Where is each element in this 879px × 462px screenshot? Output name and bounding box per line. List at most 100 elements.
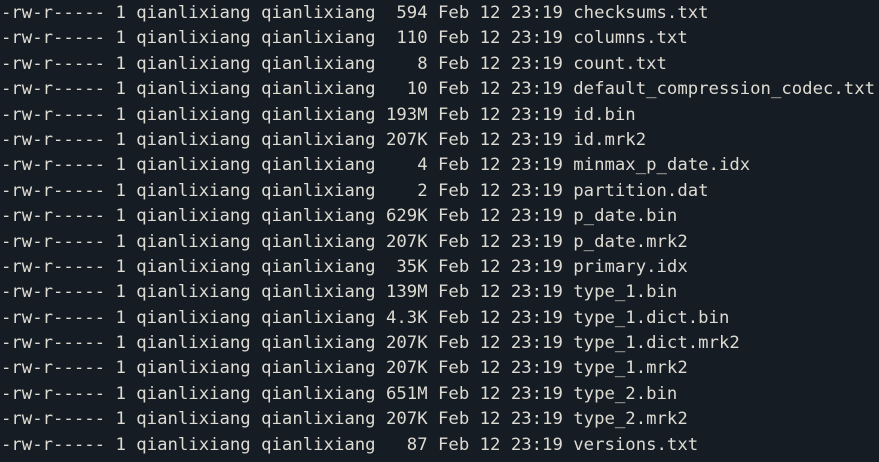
group: qianlixiang — [261, 28, 376, 49]
file-size: 594 — [385, 3, 428, 23]
modified-date: Feb 12 23:19 — [438, 409, 563, 430]
link-count: 1 — [115, 180, 126, 201]
link-count: 1 — [115, 206, 126, 227]
file-listing-row: -rw-r----- 1 qianlixiang qianlixiang 629… — [1, 204, 879, 229]
file-size: 2 — [385, 180, 428, 201]
permissions: -rw-r----- — [1, 409, 106, 430]
permissions: -rw-r----- — [1, 104, 106, 125]
file-name: type_1.mrk2 — [573, 358, 688, 379]
owner: qianlixiang — [136, 256, 251, 277]
modified-date: Feb 12 23:19 — [438, 231, 563, 252]
file-size: 207K — [385, 333, 428, 354]
owner: qianlixiang — [136, 104, 251, 125]
file-listing-row: -rw-r----- 1 qianlixiang qianlixiang 207… — [1, 230, 879, 255]
file-listing-row: -rw-r----- 1 qianlixiang qianlixiang 594… — [1, 1, 879, 26]
file-listing-row: -rw-r----- 1 qianlixiang qianlixiang 651… — [1, 382, 879, 407]
file-listing-row: -rw-r----- 1 qianlixiang qianlixiang 4.3… — [1, 306, 879, 331]
modified-date: Feb 12 23:19 — [438, 28, 563, 49]
modified-date: Feb 12 23:19 — [438, 282, 563, 303]
owner: qianlixiang — [136, 206, 251, 227]
file-listing-row: -rw-r----- 1 qianlixiang qianlixiang 207… — [1, 407, 879, 432]
owner: qianlixiang — [136, 53, 251, 74]
file-size: 207K — [385, 231, 428, 252]
modified-date: Feb 12 23:19 — [438, 434, 563, 455]
file-name: p_date.bin — [573, 206, 678, 227]
group: qianlixiang — [261, 307, 376, 328]
owner: qianlixiang — [136, 79, 251, 100]
owner: qianlixiang — [136, 307, 251, 328]
owner: qianlixiang — [136, 180, 251, 201]
owner: qianlixiang — [136, 434, 251, 455]
terminal-output: -rw-r----- 1 qianlixiang qianlixiang 594… — [0, 0, 879, 458]
file-size: 87 — [385, 434, 428, 455]
link-count: 1 — [115, 3, 126, 23]
file-name: p_date.mrk2 — [573, 231, 688, 252]
file-listing-row: -rw-r----- 1 qianlixiang qianlixiang 207… — [1, 331, 879, 356]
file-name: type_2.bin — [573, 383, 678, 404]
modified-date: Feb 12 23:19 — [438, 180, 563, 201]
file-name: id.bin — [573, 104, 636, 125]
file-listing-row: -rw-r----- 1 qianlixiang qianlixiang 207… — [1, 128, 879, 153]
permissions: -rw-r----- — [1, 333, 106, 354]
link-count: 1 — [115, 256, 126, 277]
group: qianlixiang — [261, 231, 376, 252]
file-name: versions.txt — [573, 434, 699, 455]
group: qianlixiang — [261, 155, 376, 176]
file-size: 4 — [385, 155, 428, 176]
group: qianlixiang — [261, 383, 376, 404]
modified-date: Feb 12 23:19 — [438, 79, 563, 100]
file-listing-row: -rw-r----- 1 qianlixiang qianlixiang 35K… — [1, 255, 879, 280]
owner: qianlixiang — [136, 231, 251, 252]
link-count: 1 — [115, 79, 126, 100]
link-count: 1 — [115, 358, 126, 379]
owner: qianlixiang — [136, 155, 251, 176]
link-count: 1 — [115, 28, 126, 49]
permissions: -rw-r----- — [1, 383, 106, 404]
file-size: 110 — [385, 28, 428, 49]
group: qianlixiang — [261, 129, 376, 150]
file-name: type_2.mrk2 — [573, 409, 688, 430]
modified-date: Feb 12 23:19 — [438, 104, 563, 125]
group: qianlixiang — [261, 180, 376, 201]
owner: qianlixiang — [136, 3, 251, 23]
file-name: default_compression_codec.txt — [573, 79, 876, 100]
group: qianlixiang — [261, 333, 376, 354]
modified-date: Feb 12 23:19 — [438, 383, 563, 404]
link-count: 1 — [115, 231, 126, 252]
link-count: 1 — [115, 434, 126, 455]
permissions: -rw-r----- — [1, 28, 106, 49]
file-size: 139M — [385, 282, 428, 303]
file-size: 207K — [385, 358, 428, 379]
modified-date: Feb 12 23:19 — [438, 3, 563, 23]
modified-date: Feb 12 23:19 — [438, 155, 563, 176]
permissions: -rw-r----- — [1, 155, 106, 176]
file-name: primary.idx — [573, 256, 688, 277]
file-size: 207K — [385, 129, 428, 150]
file-size: 207K — [385, 409, 428, 430]
file-name: id.mrk2 — [573, 129, 647, 150]
file-size: 10 — [385, 79, 428, 100]
permissions: -rw-r----- — [1, 206, 106, 227]
owner: qianlixiang — [136, 333, 251, 354]
permissions: -rw-r----- — [1, 53, 106, 74]
file-size: 4.3K — [385, 307, 428, 328]
permissions: -rw-r----- — [1, 358, 106, 379]
file-listing-row: -rw-r----- 1 qianlixiang qianlixiang 87 … — [1, 433, 879, 458]
link-count: 1 — [115, 409, 126, 430]
file-listing-row: -rw-r----- 1 qianlixiang qianlixiang 10 … — [1, 77, 879, 102]
file-size: 629K — [385, 206, 428, 227]
owner: qianlixiang — [136, 358, 251, 379]
file-name: checksums.txt — [573, 3, 709, 23]
file-listing-row: -rw-r----- 1 qianlixiang qianlixiang 193… — [1, 103, 879, 128]
file-listing-row: -rw-r----- 1 qianlixiang qianlixiang 110… — [1, 26, 879, 51]
file-name: type_1.dict.bin — [573, 307, 730, 328]
link-count: 1 — [115, 307, 126, 328]
modified-date: Feb 12 23:19 — [438, 53, 563, 74]
group: qianlixiang — [261, 104, 376, 125]
file-name: count.txt — [573, 53, 667, 74]
link-count: 1 — [115, 155, 126, 176]
link-count: 1 — [115, 333, 126, 354]
file-listing-row: -rw-r----- 1 qianlixiang qianlixiang 8 F… — [1, 52, 879, 77]
permissions: -rw-r----- — [1, 282, 106, 303]
link-count: 1 — [115, 383, 126, 404]
